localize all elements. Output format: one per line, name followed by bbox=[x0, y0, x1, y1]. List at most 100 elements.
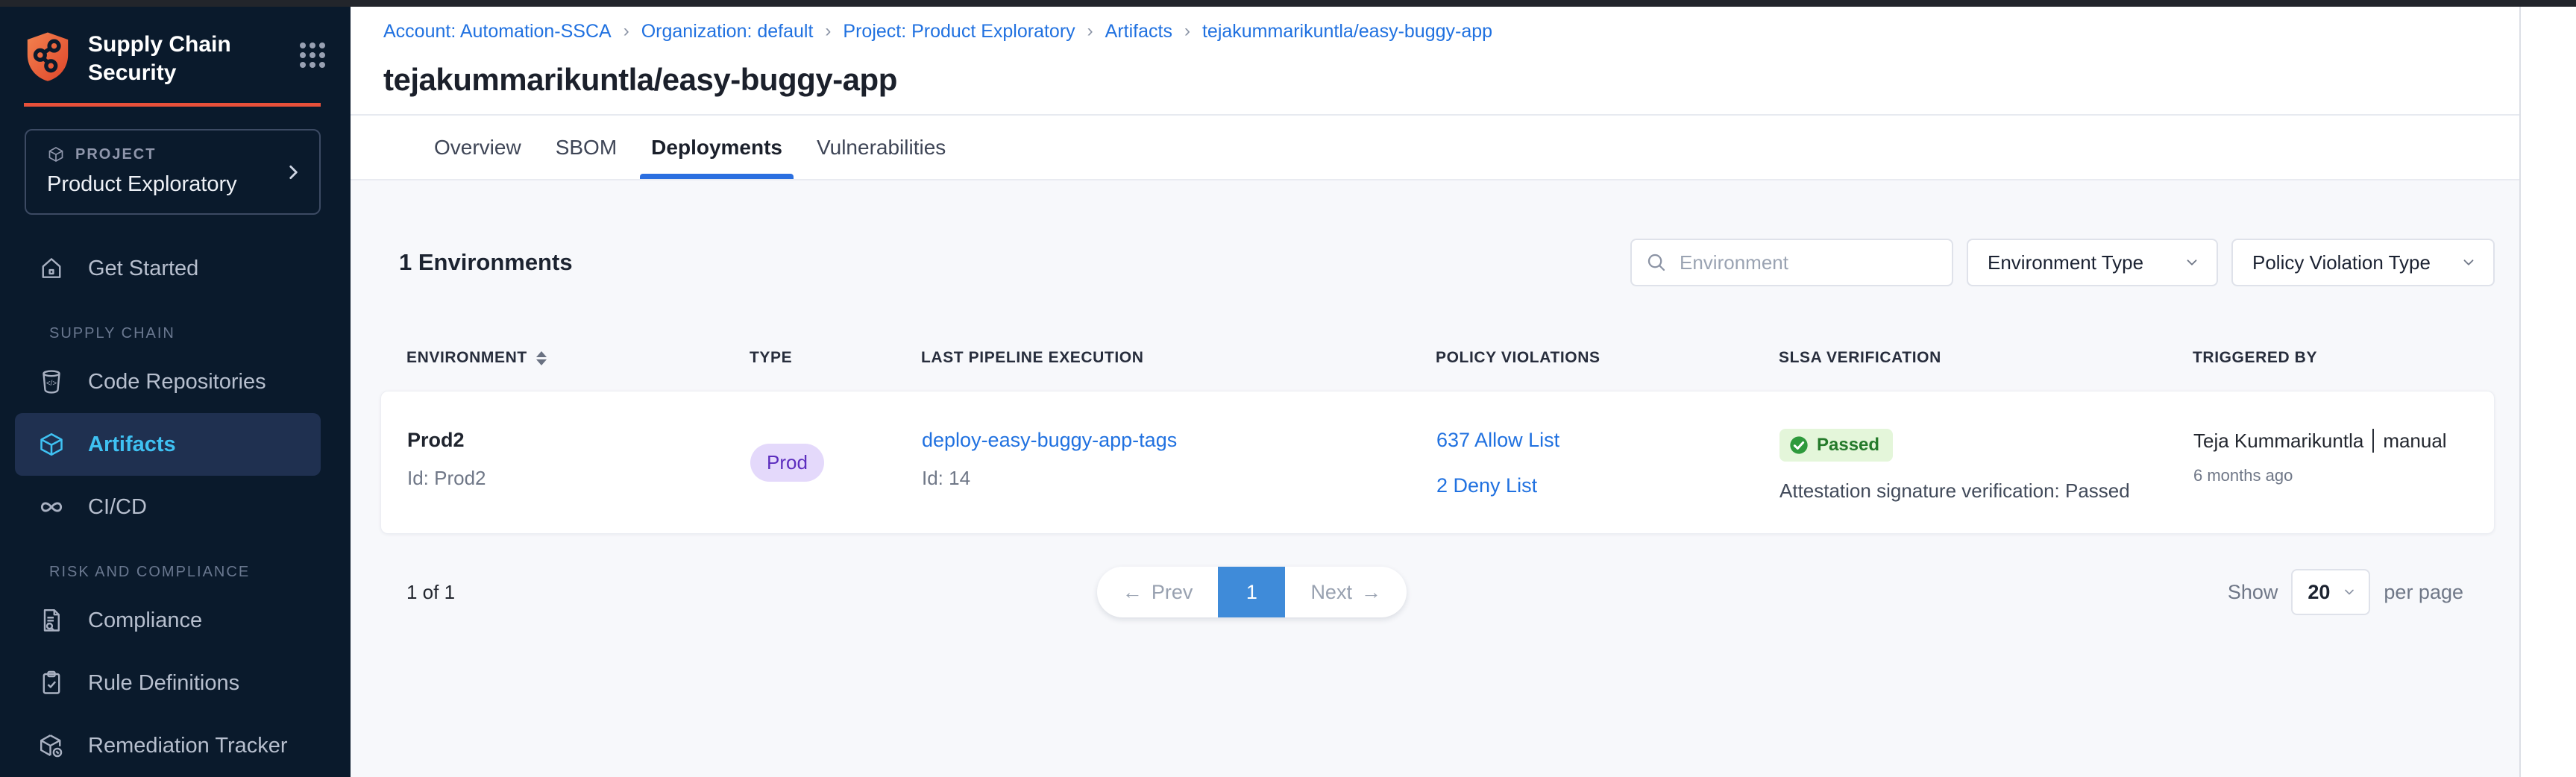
left-arrow-icon: ← bbox=[1122, 581, 1143, 604]
sidebar-section-risk-and-compliance: RISK AND COMPLIANCE bbox=[49, 561, 351, 583]
toolbar: 1 Environments Environment Type Policy V… bbox=[380, 239, 2495, 286]
sidebar: Supply Chain Security PROJECT Product Ex… bbox=[0, 0, 351, 777]
environment-id: Id: Prod2 bbox=[407, 467, 750, 490]
project-selector[interactable]: PROJECT Product Exploratory bbox=[25, 129, 321, 215]
sidebar-item-label: Remediation Tracker bbox=[88, 734, 288, 758]
box-wrench-icon bbox=[37, 732, 66, 760]
search-icon bbox=[1645, 251, 1668, 274]
policy-violation-type-filter[interactable]: Policy Violation Type bbox=[2231, 239, 2495, 286]
breadcrumb-project[interactable]: Project: Product Exploratory bbox=[843, 20, 1075, 43]
page-size-select[interactable]: 20 bbox=[2291, 569, 2370, 615]
column-policy-violations: POLICY VIOLATIONS bbox=[1436, 349, 1779, 367]
sidebar-item-artifacts[interactable]: Artifacts bbox=[15, 413, 321, 476]
next-page-button[interactable]: Next → bbox=[1285, 567, 1407, 617]
environment-search-input[interactable] bbox=[1678, 251, 1938, 275]
trigger-mode: manual bbox=[2383, 430, 2446, 453]
breadcrumb-separator: › bbox=[1184, 20, 1190, 43]
document-search-icon bbox=[37, 606, 66, 635]
sidebar-item-label: Get Started bbox=[88, 257, 198, 281]
sidebar-item-code-repositories[interactable]: </> Code Repositories bbox=[15, 350, 321, 413]
sidebar-item-get-started[interactable]: Get Started bbox=[15, 237, 321, 300]
type-cell: Prod bbox=[750, 444, 922, 482]
chevron-down-icon bbox=[2460, 254, 2477, 271]
breadcrumb-separator: › bbox=[623, 20, 629, 43]
clipboard-check-icon bbox=[37, 669, 66, 697]
environment-cell: Prod2 Id: Prod2 bbox=[407, 391, 750, 490]
breadcrumb-artifacts[interactable]: Artifacts bbox=[1105, 20, 1172, 43]
sidebar-nav: Get Started SUPPLY CHAIN </> Code Reposi… bbox=[0, 237, 351, 777]
deny-list-link[interactable]: 2 Deny List bbox=[1436, 474, 1779, 497]
tab-vulnerabilities[interactable]: Vulnerabilities bbox=[805, 116, 957, 179]
sidebar-item-cicd[interactable]: CI/CD bbox=[15, 476, 321, 538]
project-name: Product Exploratory bbox=[47, 172, 301, 197]
app-logo-row: Supply Chain Security bbox=[0, 7, 351, 86]
sidebar-item-label: Rule Definitions bbox=[88, 671, 239, 696]
deployments-content: 1 Environments Environment Type Policy V… bbox=[351, 179, 2519, 777]
environment-table-row[interactable]: Prod2 Id: Prod2 Prod deploy-easy-buggy-a… bbox=[380, 391, 2495, 534]
sidebar-item-label: CI/CD bbox=[88, 495, 147, 520]
chevron-right-icon bbox=[283, 163, 303, 182]
allow-list-link[interactable]: 637 Allow List bbox=[1436, 429, 1779, 452]
slsa-status-label: Passed bbox=[1817, 435, 1879, 456]
accent-divider bbox=[24, 103, 321, 107]
attestation-detail: Attestation signature verification: Pass… bbox=[1779, 479, 2193, 503]
pager: ← Prev 1 Next → bbox=[1097, 567, 1407, 617]
artifact-tabs: Overview SBOM Deployments Vulnerabilitie… bbox=[351, 116, 2519, 179]
page-title: tejakummarikuntla/easy-buggy-app bbox=[351, 43, 2519, 116]
check-circle-icon bbox=[1788, 435, 1809, 456]
sidebar-item-label: Compliance bbox=[88, 608, 202, 633]
column-slsa-verification: SLSA VERIFICATION bbox=[1779, 349, 2193, 367]
code-repository-icon: </> bbox=[37, 368, 66, 396]
pipeline-link[interactable]: deploy-easy-buggy-app-tags bbox=[922, 429, 1436, 452]
right-arrow-icon: → bbox=[1361, 581, 1381, 604]
scrollbar-gutter[interactable] bbox=[2519, 0, 2576, 777]
triggered-by-name: Teja Kummarikuntla bbox=[2193, 430, 2363, 453]
sort-icon[interactable] bbox=[536, 351, 547, 365]
main-area: Account: Automation-SSCA › Organization:… bbox=[351, 0, 2519, 777]
current-page-button[interactable]: 1 bbox=[1218, 567, 1285, 617]
artifact-cube-icon bbox=[37, 430, 66, 459]
column-type: TYPE bbox=[750, 349, 921, 367]
breadcrumb-organization[interactable]: Organization: default bbox=[641, 20, 814, 43]
breadcrumb: Account: Automation-SSCA › Organization:… bbox=[351, 7, 2519, 43]
svg-text:</>: </> bbox=[46, 380, 57, 388]
breadcrumb-separator: › bbox=[1087, 20, 1093, 43]
module-switcher-grid-icon[interactable] bbox=[300, 43, 325, 68]
environment-type-badge: Prod bbox=[750, 444, 824, 482]
project-label-row: PROJECT bbox=[47, 145, 301, 163]
column-triggered-by: TRIGGERED BY bbox=[2193, 349, 2495, 367]
per-page-label: per page bbox=[2384, 581, 2463, 604]
environments-table-header: ENVIRONMENT TYPE LAST PIPELINE EXECUTION… bbox=[380, 342, 2495, 374]
chevron-down-icon bbox=[2342, 585, 2357, 600]
sidebar-item-remediation-tracker[interactable]: Remediation Tracker bbox=[15, 714, 321, 777]
environments-count-heading: 1 Environments bbox=[399, 249, 573, 276]
breadcrumb-artifact-name[interactable]: tejakummarikuntla/easy-buggy-app bbox=[1202, 20, 1492, 43]
policy-violations-cell: 637 Allow List 2 Deny List bbox=[1436, 391, 1779, 497]
tab-deployments[interactable]: Deployments bbox=[640, 116, 794, 179]
pagination: 1 of 1 ← Prev 1 Next → Show 20 bbox=[380, 567, 2495, 617]
slsa-verification-cell: Passed Attestation signature verificatio… bbox=[1779, 391, 2193, 503]
triggered-by-cell: Teja Kummarikuntla manual 6 months ago bbox=[2193, 391, 2494, 485]
environment-type-filter[interactable]: Environment Type bbox=[1967, 239, 2218, 286]
divider bbox=[2372, 429, 2374, 453]
sidebar-item-compliance[interactable]: Compliance bbox=[15, 589, 321, 652]
page-size-value: 20 bbox=[2308, 581, 2330, 604]
tab-overview[interactable]: Overview bbox=[423, 116, 533, 179]
sidebar-item-rule-definitions[interactable]: Rule Definitions bbox=[15, 652, 321, 714]
page-info: 1 of 1 bbox=[406, 581, 455, 604]
environment-type-filter-label: Environment Type bbox=[1988, 251, 2143, 274]
pipeline-id: Id: 14 bbox=[922, 467, 1436, 490]
environment-search bbox=[1630, 239, 1953, 286]
app-title: Supply Chain Security bbox=[88, 31, 245, 86]
prev-page-button[interactable]: ← Prev bbox=[1097, 567, 1219, 617]
tab-sbom[interactable]: SBOM bbox=[544, 116, 628, 179]
policy-violation-type-filter-label: Policy Violation Type bbox=[2252, 251, 2431, 274]
page-size-control: Show 20 per page bbox=[2228, 569, 2463, 615]
sidebar-item-label: Code Repositories bbox=[88, 370, 266, 394]
slsa-status-badge: Passed bbox=[1779, 429, 1893, 462]
supply-chain-security-logo-icon bbox=[24, 31, 72, 83]
infinity-icon bbox=[37, 493, 66, 521]
project-label: PROJECT bbox=[75, 146, 156, 163]
sidebar-item-label: Artifacts bbox=[88, 432, 176, 457]
breadcrumb-account[interactable]: Account: Automation-SSCA bbox=[383, 20, 612, 43]
